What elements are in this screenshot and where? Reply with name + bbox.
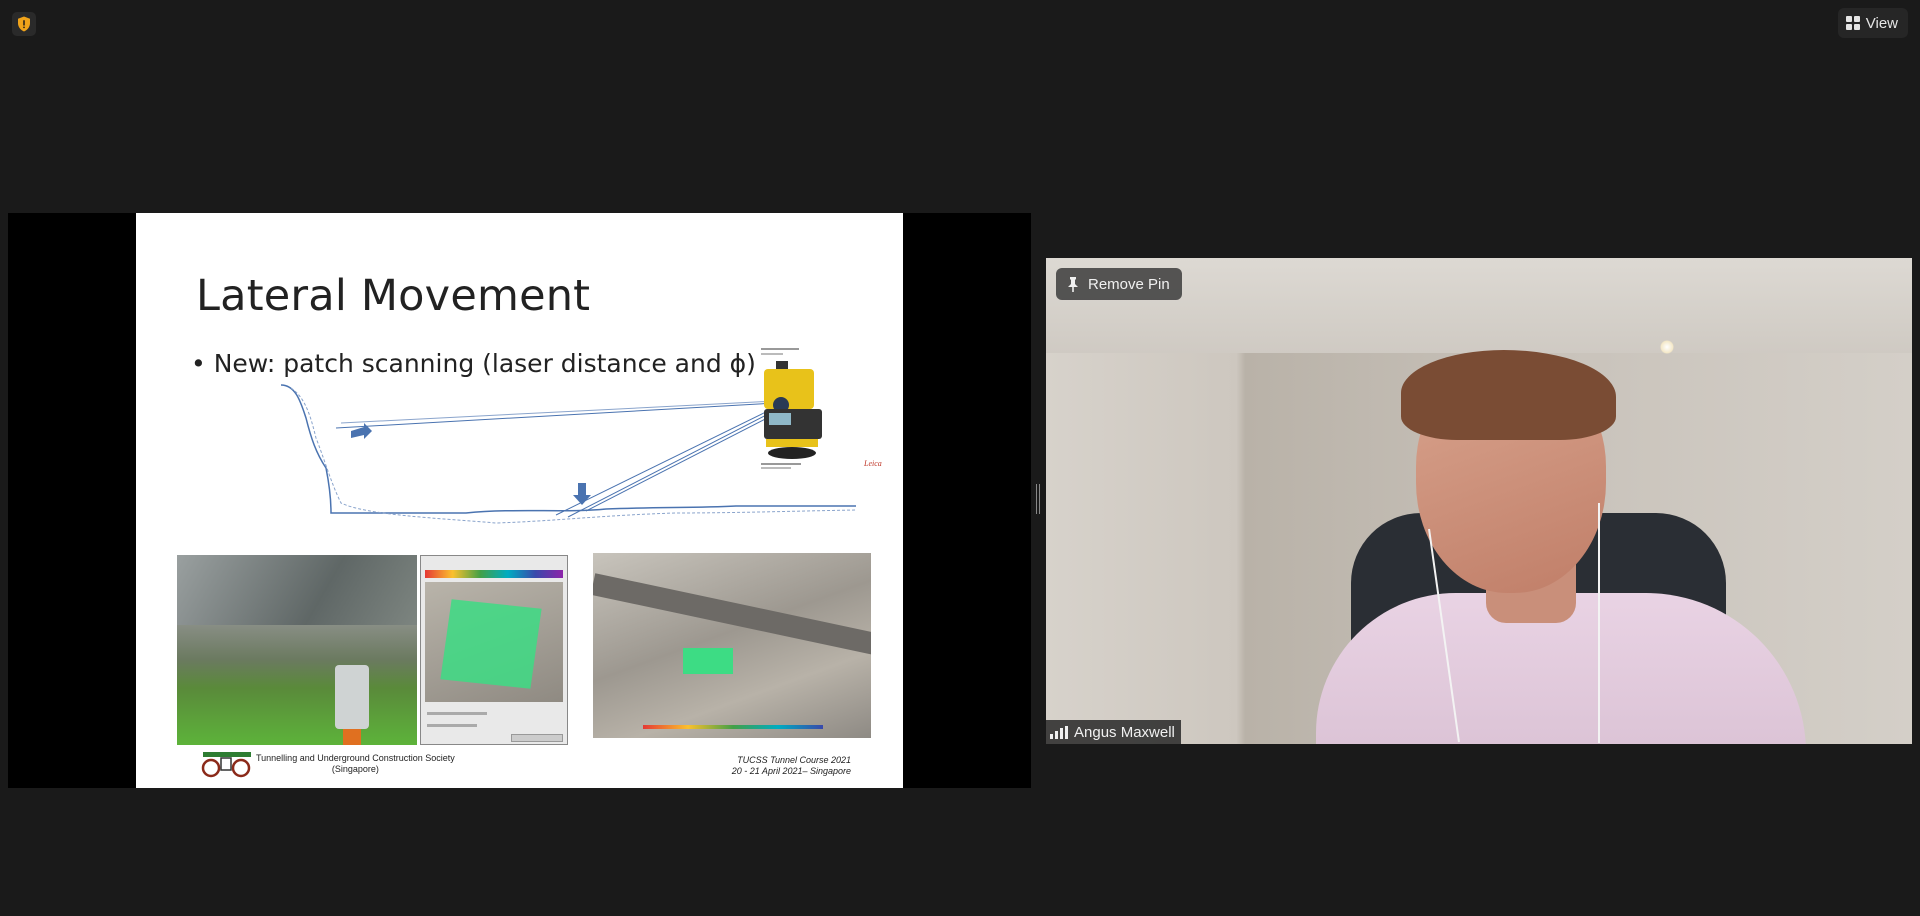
- remove-pin-label: Remove Pin: [1088, 275, 1170, 293]
- security-badge[interactable]: [12, 12, 36, 36]
- total-station-icon: [764, 361, 822, 459]
- participant-name-tag: Angus Maxwell: [1046, 720, 1181, 744]
- slide-title: Lateral Movement: [196, 271, 591, 321]
- participant-video[interactable]: Remove Pin Angus Maxwell: [1046, 258, 1912, 744]
- pin-icon: [1068, 277, 1078, 292]
- signal-bars-icon: [1050, 725, 1068, 739]
- society-logo-icon: [201, 752, 251, 778]
- footer-society-country: (Singapore): [331, 764, 379, 774]
- grid-icon: [1845, 16, 1860, 30]
- remove-pin-button[interactable]: Remove Pin: [1056, 268, 1182, 300]
- photo-scan-software: [420, 555, 568, 745]
- participant-name: Angus Maxwell: [1074, 723, 1175, 741]
- presentation-slide: Lateral Movement • New: patch scanning (…: [136, 213, 903, 788]
- view-button[interactable]: View: [1837, 8, 1908, 38]
- meeting-window: View Lateral Movement • New: patch scann…: [0, 0, 1920, 916]
- footer-course-dates: 20 - 21 April 2021– Singapore: [731, 766, 851, 776]
- footer-course: TUCSS Tunnel Course 2021 20 - 21 April 2…: [732, 755, 851, 777]
- footer-society: Tunnelling and Underground Construction …: [256, 753, 455, 775]
- shared-screen: Lateral Movement • New: patch scanning (…: [8, 213, 1031, 788]
- footer-course-name: TUCSS Tunnel Course 2021: [737, 755, 851, 765]
- svg-text:Leica: Leica: [863, 459, 882, 468]
- footer-society-name: Tunnelling and Underground Construction …: [256, 753, 455, 763]
- shield-alert-icon: [18, 16, 30, 32]
- split-divider-handle[interactable]: [1036, 484, 1042, 514]
- view-button-label: View: [1865, 14, 1898, 32]
- photo-rail-scan: [593, 553, 871, 738]
- photo-site: [177, 555, 417, 745]
